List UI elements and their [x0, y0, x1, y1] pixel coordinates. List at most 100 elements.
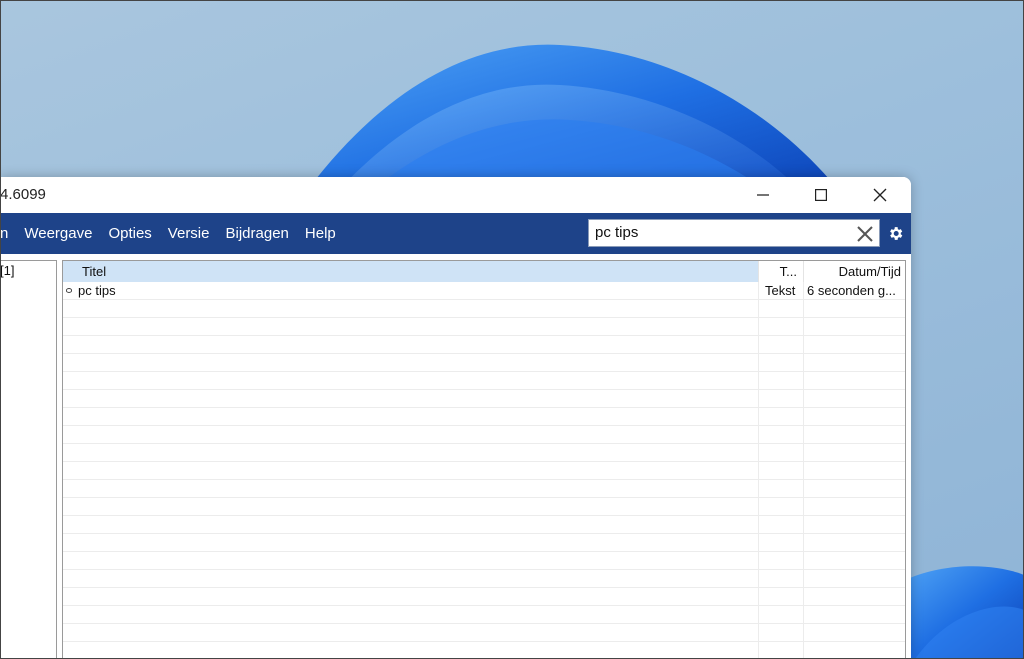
cell-date	[803, 642, 905, 659]
table-row[interactable]	[63, 570, 905, 588]
search-clear-icon[interactable]	[855, 224, 875, 244]
cell-title	[63, 444, 758, 462]
clipboard-list: Titel T... Datum/Tijd pc tips Tekst 6 seco…	[62, 260, 906, 659]
table-row[interactable]	[63, 300, 905, 318]
cell-type	[758, 606, 803, 624]
cell-type	[758, 426, 803, 444]
cell-title	[63, 624, 758, 642]
gear-icon[interactable]	[887, 225, 904, 242]
cell-title	[63, 606, 758, 624]
cell-date	[803, 516, 905, 534]
window-title: 4.6099	[0, 186, 46, 203]
table-row[interactable]	[63, 498, 905, 516]
minimize-button[interactable]	[734, 177, 792, 213]
title-bar: 4.6099	[0, 177, 911, 213]
cell-date	[803, 552, 905, 570]
table-row[interactable]	[63, 318, 905, 336]
app-window: 4.6099 n Weergave Opties Versie Bijdrage…	[0, 177, 911, 659]
table-row[interactable]	[63, 336, 905, 354]
close-icon	[873, 188, 887, 202]
table-row[interactable]	[63, 444, 905, 462]
cell-title	[63, 300, 758, 318]
menu-item-versie[interactable]: Versie	[168, 225, 210, 242]
column-header-datum-tijd[interactable]: Datum/Tijd	[803, 261, 905, 282]
cell-type	[758, 588, 803, 606]
column-header-type[interactable]: T...	[758, 261, 803, 282]
menu-item-partial[interactable]: n	[0, 225, 8, 242]
cell-title	[63, 516, 758, 534]
cell-date	[803, 534, 905, 552]
cell-date	[803, 624, 905, 642]
cell-date	[803, 570, 905, 588]
cell-type	[758, 336, 803, 354]
cell-type	[758, 642, 803, 659]
tree-item-count[interactable]: [1]	[0, 263, 14, 278]
cell-type	[758, 372, 803, 390]
cell-date: 6 seconden g...	[803, 282, 905, 300]
table-row[interactable]	[63, 462, 905, 480]
cell-title	[63, 426, 758, 444]
table-row[interactable]: pc tips Tekst 6 seconden g...	[63, 282, 905, 300]
cell-type: Tekst	[758, 282, 803, 300]
cell-title: pc tips	[78, 283, 116, 298]
menu-item-help[interactable]: Help	[305, 225, 336, 242]
table-row[interactable]	[63, 372, 905, 390]
cell-title	[63, 354, 758, 372]
cell-type	[758, 534, 803, 552]
table-row[interactable]	[63, 480, 905, 498]
cell-title	[63, 588, 758, 606]
cell-type	[758, 480, 803, 498]
cell-title	[63, 390, 758, 408]
cell-date	[803, 588, 905, 606]
search-box	[588, 219, 880, 247]
column-header-titel[interactable]: Titel	[63, 261, 758, 282]
cell-date	[803, 606, 905, 624]
cell-title	[63, 408, 758, 426]
cell-type	[758, 462, 803, 480]
list-header: Titel T... Datum/Tijd	[63, 261, 905, 282]
maximize-icon	[815, 189, 827, 201]
maximize-button[interactable]	[792, 177, 850, 213]
cell-date	[803, 300, 905, 318]
cell-date	[803, 390, 905, 408]
cell-date	[803, 498, 905, 516]
cell-date	[803, 480, 905, 498]
cell-type	[758, 444, 803, 462]
cell-title	[63, 480, 758, 498]
table-row[interactable]	[63, 426, 905, 444]
cell-title	[63, 498, 758, 516]
menu-item-opties[interactable]: Opties	[108, 225, 151, 242]
table-row[interactable]	[63, 624, 905, 642]
cell-date	[803, 318, 905, 336]
cell-title	[63, 372, 758, 390]
minimize-icon	[757, 194, 769, 196]
cell-type	[758, 390, 803, 408]
table-row[interactable]	[63, 552, 905, 570]
table-row[interactable]	[63, 354, 905, 372]
table-row[interactable]	[63, 588, 905, 606]
table-row[interactable]	[63, 516, 905, 534]
cell-title	[63, 570, 758, 588]
cell-title	[63, 462, 758, 480]
cell-type	[758, 498, 803, 516]
folder-tree-pane[interactable]: [1]	[0, 260, 57, 659]
table-row[interactable]	[63, 390, 905, 408]
table-row[interactable]	[63, 408, 905, 426]
table-row[interactable]	[63, 534, 905, 552]
cell-date	[803, 426, 905, 444]
cell-date	[803, 462, 905, 480]
table-row[interactable]	[63, 642, 905, 659]
menu-item-bijdragen[interactable]: Bijdragen	[226, 225, 289, 242]
cell-date	[803, 408, 905, 426]
search-input[interactable]	[595, 224, 835, 241]
close-button[interactable]	[851, 177, 909, 213]
cell-title	[63, 642, 758, 659]
cell-type	[758, 552, 803, 570]
menu-item-weergave[interactable]: Weergave	[24, 225, 92, 242]
cell-type	[758, 300, 803, 318]
cell-type	[758, 516, 803, 534]
cell-type	[758, 570, 803, 588]
table-row[interactable]	[63, 606, 905, 624]
cell-type	[758, 624, 803, 642]
cell-type	[758, 354, 803, 372]
